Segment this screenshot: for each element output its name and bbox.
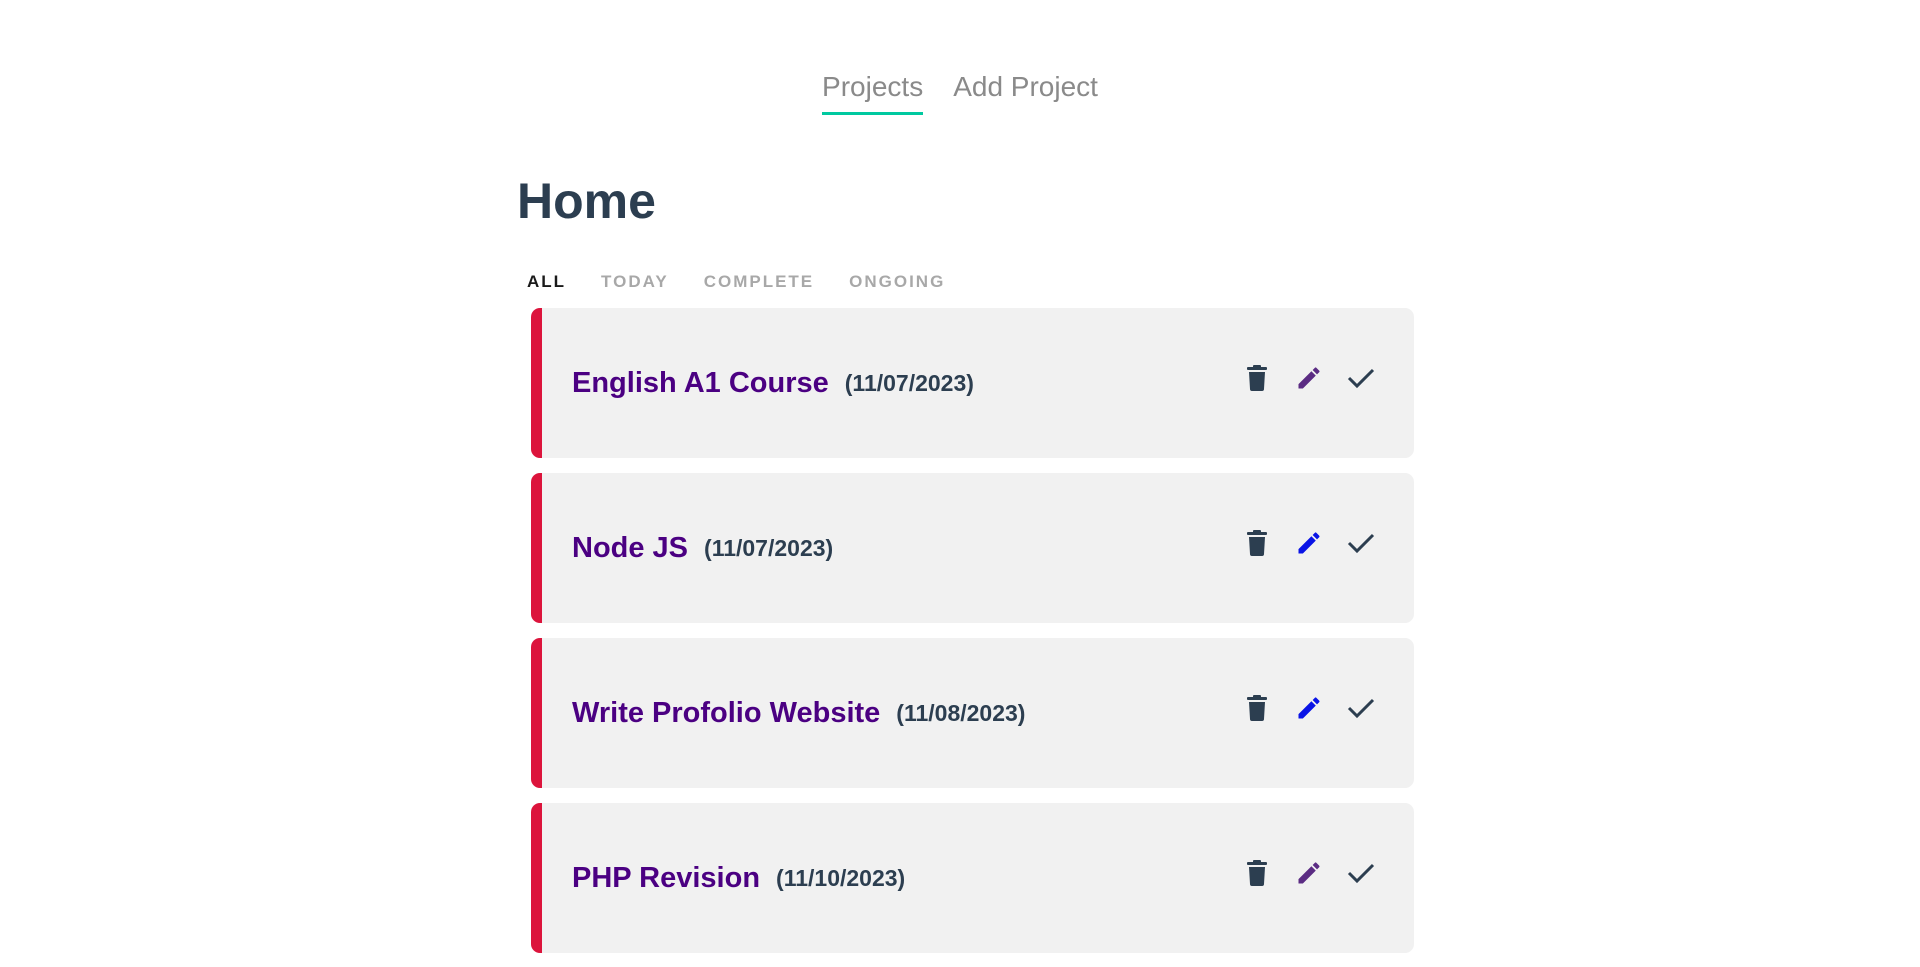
check-icon[interactable] [1346, 693, 1376, 723]
project-date: (11/07/2023) [704, 534, 834, 561]
project-card: Write Profolio Website (11/08/2023) [531, 638, 1414, 788]
check-icon[interactable] [1346, 858, 1376, 888]
page: Projects Add Project Home ALL TODAY COMP… [0, 0, 1920, 967]
project-date: (11/07/2023) [844, 369, 974, 396]
project-card: PHP Revision (11/10/2023) [531, 803, 1414, 953]
project-date: (11/10/2023) [776, 864, 906, 891]
filter-tabs: ALL TODAY COMPLETE ONGOING [517, 272, 1417, 292]
project-actions [1242, 693, 1376, 723]
project-title[interactable]: Node JS [572, 532, 688, 565]
check-icon[interactable] [1346, 528, 1376, 558]
main-content: Home ALL TODAY COMPLETE ONGOING English … [517, 168, 1417, 967]
filter-tab-ongoing[interactable]: ONGOING [849, 272, 945, 292]
project-actions [1242, 528, 1376, 558]
project-actions [1242, 858, 1376, 888]
project-card: Node JS (11/07/2023) [531, 473, 1414, 623]
trash-icon[interactable] [1242, 363, 1272, 393]
trash-icon[interactable] [1242, 528, 1272, 558]
pencil-icon[interactable] [1294, 528, 1324, 558]
trash-icon[interactable] [1242, 693, 1272, 723]
check-icon[interactable] [1346, 363, 1376, 393]
project-actions [1242, 363, 1376, 393]
project-title[interactable]: Write Profolio Website [572, 697, 880, 730]
pencil-icon[interactable] [1294, 693, 1324, 723]
page-title: Home [517, 173, 656, 229]
filter-tab-complete[interactable]: COMPLETE [704, 272, 814, 292]
project-date: (11/08/2023) [896, 699, 1026, 726]
pencil-icon[interactable] [1294, 363, 1324, 393]
nav-link-projects[interactable]: Projects [822, 70, 924, 115]
project-title[interactable]: PHP Revision [572, 862, 760, 895]
project-list: English A1 Course (11/07/2023) Node JS (… [531, 308, 1414, 953]
project-card: English A1 Course (11/07/2023) [531, 308, 1414, 458]
project-title[interactable]: English A1 Course [572, 367, 829, 400]
top-navigation: Projects Add Project [0, 70, 1920, 115]
trash-icon[interactable] [1242, 858, 1272, 888]
pencil-icon[interactable] [1294, 858, 1324, 888]
filter-tab-today[interactable]: TODAY [601, 272, 669, 292]
filter-tab-all[interactable]: ALL [527, 272, 566, 292]
nav-link-add-project[interactable]: Add Project [953, 70, 1098, 115]
